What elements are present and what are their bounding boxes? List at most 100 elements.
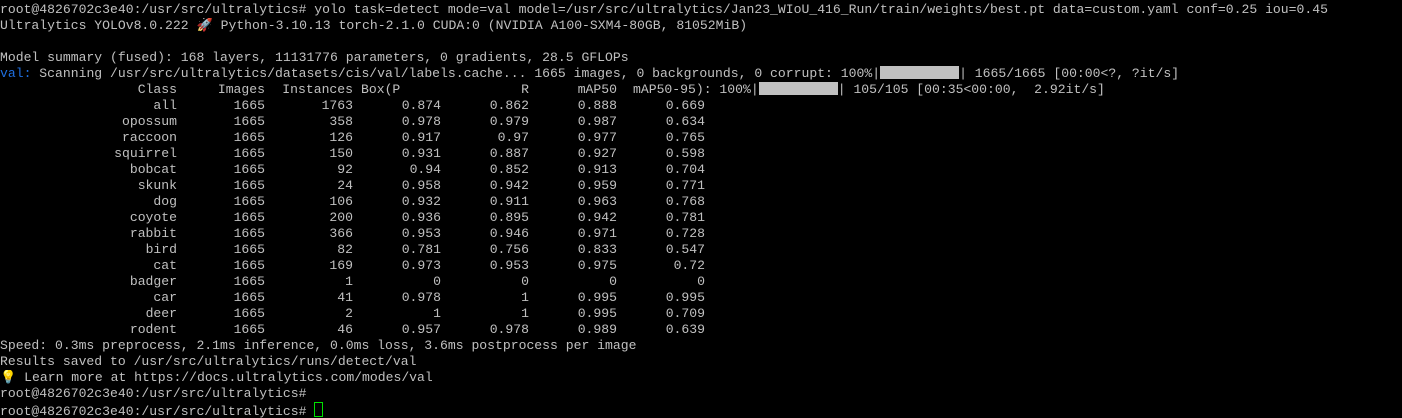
r-cell: 0.953 [489,258,529,273]
metrics-row: coyote 1665 200 0.936 0.895 0.942 0.781 [0,210,1402,226]
map50-cell: 0.977 [577,130,617,145]
progress-tail: | 105/105 [00:35<00:00, 2.92it/s] [837,82,1105,97]
r-cell: 0.978 [489,322,529,337]
header-map50: mAP50 [577,82,617,97]
images-cell: 1665 [233,274,265,289]
map50-95-cell: 0.634 [665,114,705,129]
metrics-row: squirrel 1665 150 0.931 0.887 0.927 0.598 [0,146,1402,162]
terminal-window[interactable]: root@4826702c3e40:/usr/src/ultralytics# … [0,2,1402,418]
images-cell: 1665 [233,210,265,225]
active-prompt-line[interactable]: root@4826702c3e40:/usr/src/ultralytics# [0,402,1402,418]
instances-cell: 366 [329,226,353,241]
images-cell: 1665 [233,226,265,241]
r-cell: 0.895 [489,210,529,225]
active-prompt: root@4826702c3e40:/usr/src/ultralytics# [0,404,307,418]
instances-cell: 92 [337,162,353,177]
class-cell: bird [145,242,177,257]
map50-95-cell: 0.995 [665,290,705,305]
class-cell: opossum [121,114,177,129]
speed-line: Speed: 0.3ms preprocess, 2.1ms inference… [0,338,637,353]
metrics-table: all 1665 1763 0.874 0.862 0.888 0.669 opossum 16… [0,98,1402,338]
map50-cell: 0.963 [577,194,617,209]
images-cell: 1665 [233,114,265,129]
instances-cell: 169 [329,258,353,273]
images-cell: 1665 [233,98,265,113]
map50-95-cell: 0.669 [665,98,705,113]
images-cell: 1665 [233,258,265,273]
map50-95-cell: 0.598 [665,146,705,161]
map50-95-cell: 0.728 [665,226,705,241]
header-r: R [521,82,529,97]
map50-cell: 0.995 [577,290,617,305]
instances-cell: 358 [329,114,353,129]
map50-95-cell: 0.771 [665,178,705,193]
r-cell: 0.979 [489,114,529,129]
box-p-cell: 0.781 [401,242,441,257]
r-cell: 0.942 [489,178,529,193]
header-images: Images [217,82,265,97]
instances-cell: 1763 [321,98,353,113]
class-cell: coyote [129,210,177,225]
class-cell: dog [153,194,177,209]
images-cell: 1665 [233,290,265,305]
map50-cell: 0.995 [577,306,617,321]
map50-cell: 0.987 [577,114,617,129]
images-cell: 1665 [233,146,265,161]
metrics-row: badger 1665 1 0 0 0 0 [0,274,1402,290]
header-map50-95: mAP50-95): 100%| [633,82,759,97]
map50-cell: 0 [609,274,617,289]
box-p-cell: 0.936 [401,210,441,225]
instances-cell: 200 [329,210,353,225]
r-cell: 0.911 [489,194,529,209]
metrics-row: opossum 1665 358 0.978 0.979 0.987 0.634 [0,114,1402,130]
box-p-cell: 0.978 [401,114,441,129]
metrics-row: cat 1665 169 0.973 0.953 0.975 0.72 [0,258,1402,274]
class-cell: squirrel [114,146,177,161]
map50-cell: 0.833 [577,242,617,257]
prompt-line: root@4826702c3e40:/usr/src/ultralytics# [0,386,307,401]
map50-95-cell: 0 [697,274,705,289]
terminal-cursor[interactable] [314,402,324,417]
header-class: Class [137,82,177,97]
metrics-row: rabbit 1665 366 0.953 0.946 0.971 0.728 [0,226,1402,242]
class-cell: rodent [129,322,177,337]
map50-cell: 0.975 [577,258,617,273]
metrics-row: raccoon 1665 126 0.917 0.97 0.977 0.765 [0,130,1402,146]
instances-cell: 106 [329,194,353,209]
map50-cell: 0.959 [577,178,617,193]
map50-cell: 0.888 [577,98,617,113]
map50-95-cell: 0.547 [665,242,705,257]
map50-cell: 0.989 [577,322,617,337]
class-cell: deer [145,306,177,321]
instances-cell: 24 [337,178,353,193]
header-box-p: Box(P [361,82,401,97]
images-cell: 1665 [233,306,265,321]
header-instances: Instances [282,82,353,97]
r-cell: 0.756 [489,242,529,257]
command-line: root@4826702c3e40:/usr/src/ultralytics# … [0,2,1402,18]
learn-more-line: 💡 Learn more at https://docs.ultralytics… [0,370,433,385]
r-cell: 0.852 [489,162,529,177]
metrics-row: car 1665 41 0.978 1 0.995 0.995 [0,290,1402,306]
metrics-row: bobcat 1665 92 0.94 0.852 0.913 0.704 [0,162,1402,178]
class-cell: raccoon [121,130,177,145]
box-p-cell: 0.958 [401,178,441,193]
model-summary-line: Model summary (fused): 168 layers, 11131… [0,50,629,65]
metrics-header-row: Class Images Instances Box(P RmAP50 mAP50-95)… [0,82,1402,98]
instances-cell: 46 [337,322,353,337]
box-p-cell: 0.932 [401,194,441,209]
instances-cell: 2 [345,306,353,321]
val-label: val: [0,66,32,81]
map50-cell: 0.971 [577,226,617,241]
results-line: Results saved to /usr/src/ultralytics/ru… [0,354,417,369]
version-line: Ultralytics YOLOv8.0.222 🚀 Python-3.10.1… [0,18,748,33]
r-cell: 0.887 [489,146,529,161]
command-text: yolo task=detect mode=val model=/usr/src… [306,2,1328,17]
r-cell: 0 [521,274,529,289]
box-p-cell: 0.957 [401,322,441,337]
instances-cell: 126 [329,130,353,145]
class-cell: cat [153,258,177,273]
map50-95-cell: 0.768 [665,194,705,209]
class-cell: badger [129,274,177,289]
